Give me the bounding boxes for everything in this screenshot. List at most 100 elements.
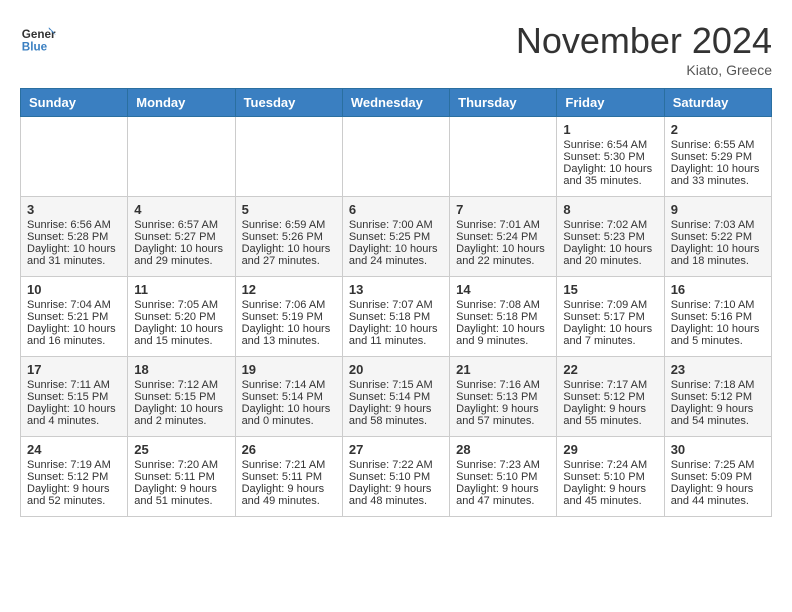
day-of-week-header: Tuesday bbox=[235, 89, 342, 117]
calendar-day-cell: 30 Sunrise: 7:25 AMSunset: 5:09 PMDayligh… bbox=[664, 437, 771, 517]
calendar-day-cell bbox=[342, 117, 449, 197]
day-info: Daylight: 10 hours and 9 minutes. bbox=[456, 323, 550, 347]
day-info: Daylight: 9 hours and 48 minutes. bbox=[349, 483, 443, 507]
calendar-day-cell: 13Sunrise: 7:07 AMSunset: 5:18 PMDayligh… bbox=[342, 277, 449, 357]
day-info: Daylight: 10 hours and 24 minutes. bbox=[349, 243, 443, 267]
day-of-week-header: Sunday bbox=[21, 89, 128, 117]
calendar-day-cell: 2Sunrise: 6:55 AMSunset: 5:29 PMDaylight… bbox=[664, 117, 771, 197]
day-number: 28 bbox=[456, 442, 550, 457]
day-info: Daylight: 9 hours and 51 minutes. bbox=[134, 483, 228, 507]
logo-icon: General Blue bbox=[20, 20, 56, 56]
day-info: Daylight: 10 hours and 13 minutes. bbox=[242, 323, 336, 347]
day-number: 8 bbox=[563, 202, 657, 217]
calendar-week-row: 10Sunrise: 7:04 AMSunset: 5:21 PMDayligh… bbox=[21, 277, 772, 357]
day-info: Sunrise: 6:56 AM bbox=[27, 219, 121, 231]
day-number: 9 bbox=[671, 202, 765, 217]
day-info: Sunset: 5:12 PM bbox=[671, 391, 765, 403]
page-header: General Blue November 2024 Kiato, Greece bbox=[20, 20, 772, 78]
day-number: 6 bbox=[349, 202, 443, 217]
day-info: Daylight: 9 hours and 52 minutes. bbox=[27, 483, 121, 507]
day-info: Sunset: 5:28 PM bbox=[27, 231, 121, 243]
day-info: Sunrise: 7:01 AM bbox=[456, 219, 550, 231]
day-info: Sunset: 5:21 PM bbox=[27, 311, 121, 323]
day-info: Sunrise: 7:03 AM bbox=[671, 219, 765, 231]
day-number: 18 bbox=[134, 362, 228, 377]
day-info: Sunset: 5:22 PM bbox=[671, 231, 765, 243]
day-of-week-header: Wednesday bbox=[342, 89, 449, 117]
day-info: Sunset: 5:18 PM bbox=[456, 311, 550, 323]
day-number: 17 bbox=[27, 362, 121, 377]
day-number: 29 bbox=[563, 442, 657, 457]
day-info: Sunset: 5:24 PM bbox=[456, 231, 550, 243]
day-info: Sunrise: 7:11 AM bbox=[27, 379, 121, 391]
day-info: Sunset: 5:27 PM bbox=[134, 231, 228, 243]
day-number: 23 bbox=[671, 362, 765, 377]
day-info: Daylight: 9 hours and 58 minutes. bbox=[349, 403, 443, 427]
calendar-day-cell: 27Sunrise: 7:22 AMSunset: 5:10 PMDayligh… bbox=[342, 437, 449, 517]
calendar-day-cell: 28Sunrise: 7:23 AMSunset: 5:10 PMDayligh… bbox=[450, 437, 557, 517]
day-info: Sunrise: 7:24 AM bbox=[563, 459, 657, 471]
day-number: 4 bbox=[134, 202, 228, 217]
day-info: Sunrise: 7:15 AM bbox=[349, 379, 443, 391]
calendar-day-cell bbox=[128, 117, 235, 197]
logo: General Blue bbox=[20, 20, 56, 56]
day-number: 30 bbox=[671, 442, 765, 457]
day-info: Sunset: 5:14 PM bbox=[349, 391, 443, 403]
day-info: Daylight: 9 hours and 44 minutes. bbox=[671, 483, 765, 507]
day-info: Daylight: 10 hours and 16 minutes. bbox=[27, 323, 121, 347]
day-info: Sunset: 5:14 PM bbox=[242, 391, 336, 403]
day-info: Sunrise: 7:17 AM bbox=[563, 379, 657, 391]
calendar-day-cell: 17 Sunrise: 7:11 AMSunset: 5:15 PMDayligh… bbox=[21, 357, 128, 437]
location: Kiato, Greece bbox=[516, 62, 772, 78]
day-info: Sunset: 5:15 PM bbox=[134, 391, 228, 403]
calendar-day-cell: 11Sunrise: 7:05 AMSunset: 5:20 PMDayligh… bbox=[128, 277, 235, 357]
calendar-day-cell: 12Sunrise: 7:06 AMSunset: 5:19 PMDayligh… bbox=[235, 277, 342, 357]
calendar-body: 1Sunrise: 6:54 AMSunset: 5:30 PMDaylight… bbox=[21, 117, 772, 517]
day-number: 2 bbox=[671, 122, 765, 137]
day-of-week-header: Saturday bbox=[664, 89, 771, 117]
calendar-header-row: SundayMondayTuesdayWednesdayThursdayFrid… bbox=[21, 89, 772, 117]
calendar-week-row: 17Sunrise: 7:11 AMSunset: 5:15 PMDayligh… bbox=[21, 357, 772, 437]
day-info: Daylight: 10 hours and 33 minutes. bbox=[671, 163, 765, 187]
day-number: 25 bbox=[134, 442, 228, 457]
day-number: 21 bbox=[456, 362, 550, 377]
day-info: Sunrise: 7:05 AM bbox=[134, 299, 228, 311]
day-info: Sunrise: 7:06 AM bbox=[242, 299, 336, 311]
day-info: Sunrise: 7:20 AM bbox=[134, 459, 228, 471]
svg-text:Blue: Blue bbox=[22, 41, 48, 54]
day-number: 10 bbox=[27, 282, 121, 297]
day-number: 24 bbox=[27, 442, 121, 457]
day-info: Sunset: 5:09 PM bbox=[671, 471, 765, 483]
day-info: Sunset: 5:11 PM bbox=[242, 471, 336, 483]
day-info: Daylight: 9 hours and 54 minutes. bbox=[671, 403, 765, 427]
day-info: Daylight: 9 hours and 55 minutes. bbox=[563, 403, 657, 427]
day-info: Daylight: 9 hours and 49 minutes. bbox=[242, 483, 336, 507]
calendar-day-cell: 24Sunrise: 7:19 AMSunset: 5:12 PMDayligh… bbox=[21, 437, 128, 517]
day-info: Sunrise: 7:23 AM bbox=[456, 459, 550, 471]
day-info: Daylight: 10 hours and 11 minutes. bbox=[349, 323, 443, 347]
day-info: Sunrise: 7:21 AM bbox=[242, 459, 336, 471]
calendar-day-cell: 4Sunrise: 6:57 AMSunset: 5:27 PMDaylight… bbox=[128, 197, 235, 277]
calendar-day-cell: 6Sunrise: 7:00 AMSunset: 5:25 PMDaylight… bbox=[342, 197, 449, 277]
day-info: Daylight: 10 hours and 20 minutes. bbox=[563, 243, 657, 267]
day-info: Sunrise: 7:07 AM bbox=[349, 299, 443, 311]
day-number: 16 bbox=[671, 282, 765, 297]
day-number: 14 bbox=[456, 282, 550, 297]
calendar-day-cell bbox=[21, 117, 128, 197]
day-info: Sunrise: 7:25 AM bbox=[671, 459, 765, 471]
day-info: Daylight: 10 hours and 35 minutes. bbox=[563, 163, 657, 187]
calendar-day-cell: 22Sunrise: 7:17 AMSunset: 5:12 PMDayligh… bbox=[557, 357, 664, 437]
day-info: Daylight: 10 hours and 4 minutes. bbox=[27, 403, 121, 427]
calendar-day-cell bbox=[450, 117, 557, 197]
day-number: 15 bbox=[563, 282, 657, 297]
day-info: Sunset: 5:15 PM bbox=[27, 391, 121, 403]
calendar-day-cell: 23Sunrise: 7:18 AMSunset: 5:12 PMDayligh… bbox=[664, 357, 771, 437]
day-info: Sunset: 5:10 PM bbox=[563, 471, 657, 483]
day-info: Sunset: 5:30 PM bbox=[563, 151, 657, 163]
day-info: Sunrise: 7:10 AM bbox=[671, 299, 765, 311]
day-number: 22 bbox=[563, 362, 657, 377]
day-info: Sunset: 5:10 PM bbox=[349, 471, 443, 483]
day-info: Sunset: 5:25 PM bbox=[349, 231, 443, 243]
day-info: Daylight: 10 hours and 5 minutes. bbox=[671, 323, 765, 347]
day-info: Sunset: 5:29 PM bbox=[671, 151, 765, 163]
